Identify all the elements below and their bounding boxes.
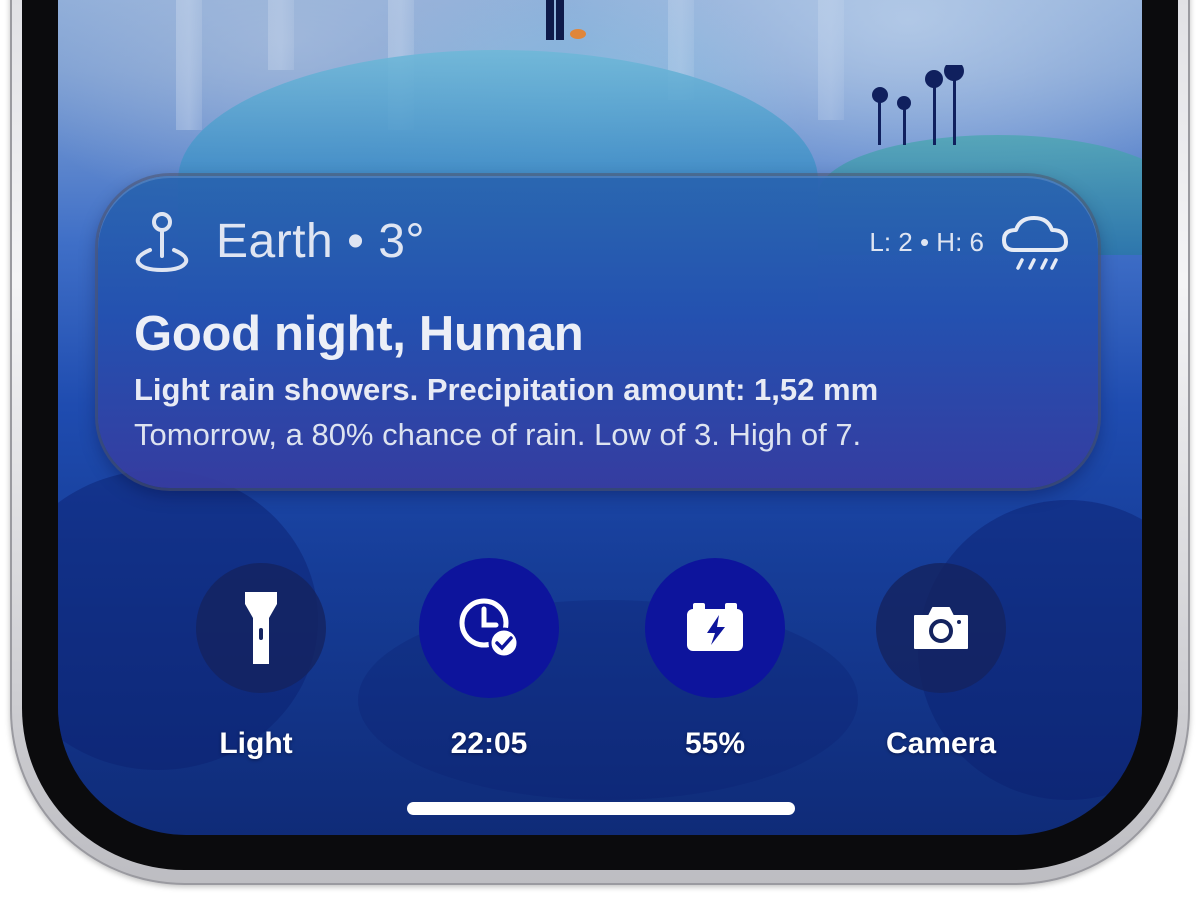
weather-location: Earth • 3° — [216, 215, 426, 268]
wallpaper-tree-trunk — [818, 0, 844, 120]
flashlight-label: Light — [219, 727, 293, 760]
home-indicator[interactable] — [407, 802, 795, 815]
wallpaper-tree-trunk — [176, 0, 202, 130]
greeting-title: Good night, Human — [134, 307, 584, 361]
clock-check-icon — [459, 598, 520, 659]
rain-cloud-icon — [1002, 216, 1068, 270]
wallpaper-tree-trunk — [268, 0, 294, 70]
camera-label: Camera — [885, 727, 997, 760]
weather-summary: Light rain showers. Precipitation amount… — [134, 372, 879, 407]
flashlight-button[interactable] — [196, 563, 326, 693]
clock-button[interactable] — [419, 558, 559, 698]
flashlight-icon — [245, 592, 277, 664]
weather-low-high: L: 2 • H: 6 — [869, 227, 984, 257]
wallpaper-flowers — [872, 65, 964, 145]
clock-label: 22:05 — [450, 727, 528, 760]
wallpaper-figure — [546, 0, 586, 40]
location-pin-icon — [135, 212, 189, 273]
camera-button[interactable] — [876, 563, 1006, 693]
weather-forecast: Tomorrow, a 80% chance of rain. Low of 3… — [134, 417, 862, 452]
battery-button[interactable] — [645, 558, 785, 698]
battery-charging-icon — [687, 603, 743, 651]
battery-label: 55% — [684, 727, 746, 760]
camera-icon — [914, 607, 968, 649]
